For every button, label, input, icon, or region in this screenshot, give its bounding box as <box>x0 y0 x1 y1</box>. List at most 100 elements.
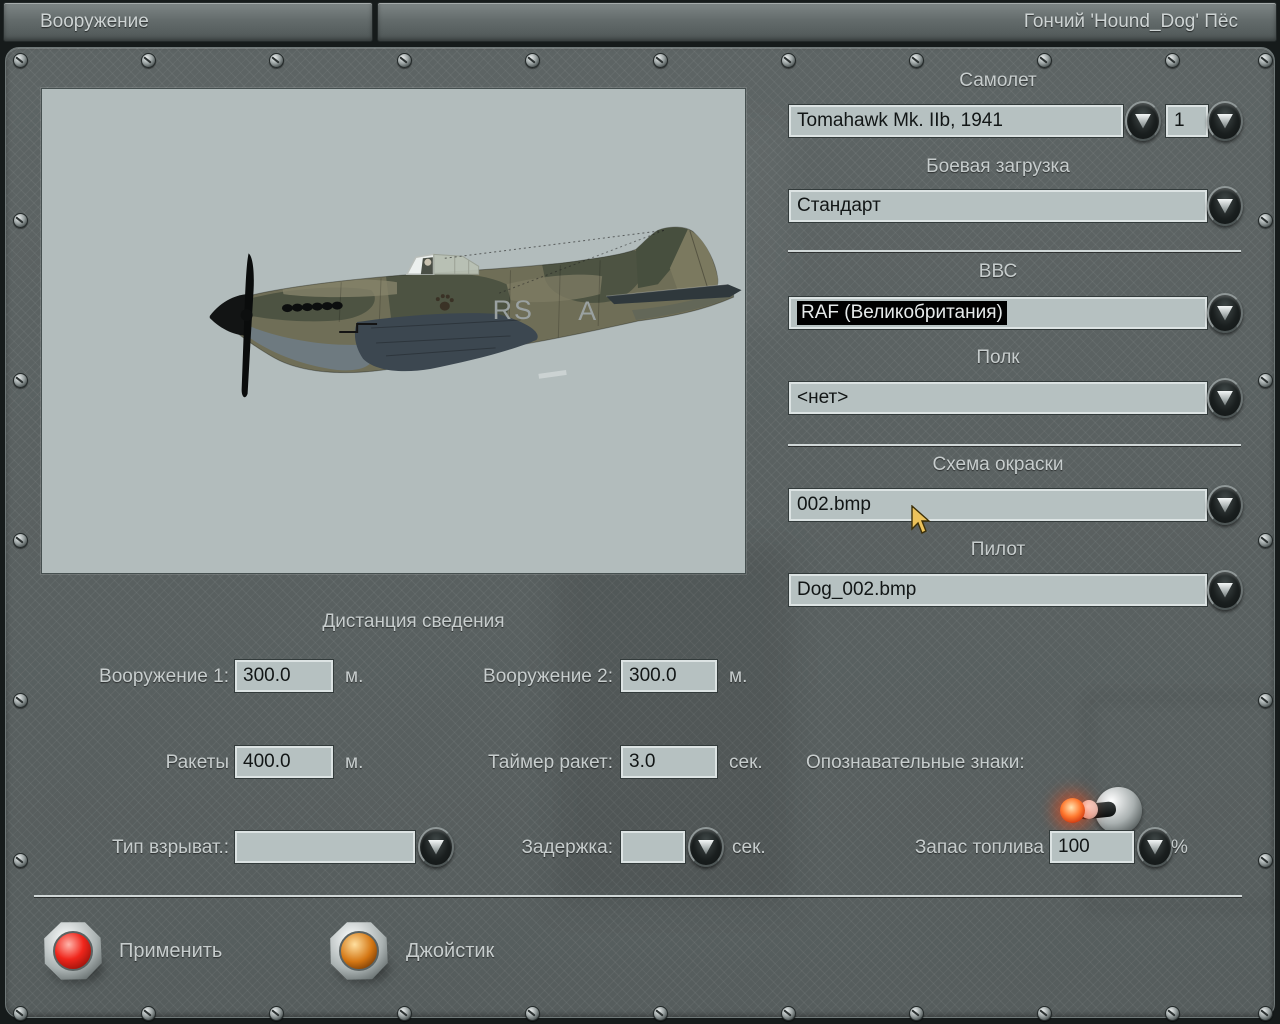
arming-screen: Вооружение Гончий 'Hound_Dog' Пёс RS A С… <box>0 0 1280 1024</box>
screw-icon <box>1165 1006 1180 1021</box>
screw-icon <box>1258 693 1273 708</box>
aircraft-dropdown-button[interactable] <box>1125 101 1161 141</box>
pilot-select[interactable]: Dog_002.bmp <box>788 573 1208 607</box>
fuselage-code-left: RS <box>493 295 534 325</box>
regiment-dropdown-button[interactable] <box>1207 378 1243 418</box>
rocket-timer-label: Таймер ракет: <box>488 752 613 773</box>
screw-icon <box>909 53 924 68</box>
dropdown-arrow-icon <box>1216 497 1234 513</box>
fuze-type-label: Тип взрыват.: <box>112 837 229 858</box>
screw-icon <box>269 53 284 68</box>
screw-icon <box>1037 1006 1052 1021</box>
airforce-select[interactable]: RAF (Великобритания) <box>788 296 1208 330</box>
tab-armament[interactable]: Вооружение <box>3 2 373 42</box>
screw-icon <box>13 1006 28 1021</box>
fuel-unit: % <box>1171 837 1188 858</box>
fuel-input[interactable]: 100 <box>1049 830 1135 864</box>
screw-icon <box>1258 53 1273 68</box>
main-panel: RS A Самолет Tomahawk Mk. IIb, 1941 1 Бо… <box>5 47 1279 1021</box>
screw-icon <box>653 1006 668 1021</box>
aircraft-select[interactable]: Tomahawk Mk. IIb, 1941 <box>788 104 1124 138</box>
loadout-section-label: Боевая загрузка <box>926 156 1070 177</box>
pilot-dropdown-button[interactable] <box>1207 570 1243 610</box>
screw-icon <box>525 1006 540 1021</box>
screw-icon <box>1037 53 1052 68</box>
paint-scheme-dropdown-button[interactable] <box>1207 485 1243 525</box>
screw-icon <box>141 53 156 68</box>
section-divider <box>788 250 1241 252</box>
tab-armament-label: Вооружение <box>40 11 149 32</box>
screw-icon <box>781 53 796 68</box>
fuel-label: Запас топлива <box>914 837 1044 858</box>
screw-icon <box>13 53 28 68</box>
fuze-type-select[interactable] <box>234 830 416 864</box>
screw-icon <box>141 1006 156 1021</box>
weapon1-unit: м. <box>345 666 364 687</box>
screw-icon <box>13 533 28 548</box>
screw-icon <box>909 1006 924 1021</box>
aircraft-preview[interactable]: RS A <box>41 88 746 574</box>
rockets-input[interactable]: 400.0 <box>234 745 334 779</box>
apply-button-dome[interactable] <box>53 931 93 971</box>
screw-icon <box>1165 53 1180 68</box>
loadout-select[interactable]: Стандарт <box>788 189 1208 223</box>
weapon1-label: Вооружение 1: <box>99 666 229 687</box>
pilot-section-label: Пилот <box>970 539 1026 560</box>
dropdown-arrow-icon <box>1216 113 1234 129</box>
dropdown-arrow-icon <box>1216 198 1234 214</box>
fuel-dropdown-button[interactable] <box>1137 827 1173 867</box>
screw-icon <box>1258 1006 1273 1021</box>
mouse-cursor <box>911 505 931 534</box>
screw-icon <box>13 213 28 228</box>
dropdown-arrow-icon <box>1134 113 1152 129</box>
airforce-dropdown-button[interactable] <box>1207 293 1243 333</box>
rocket-timer-unit: сек. <box>729 752 763 773</box>
screw-icon <box>653 53 668 68</box>
footer-divider <box>34 895 1242 897</box>
screw-icon <box>13 693 28 708</box>
aircraft-count-dropdown-button[interactable] <box>1207 101 1243 141</box>
screw-icon <box>269 1006 284 1021</box>
screw-icon <box>525 53 540 68</box>
screw-icon <box>13 373 28 388</box>
dropdown-arrow-icon <box>1216 582 1234 598</box>
markings-label: Опознавательные знаки: <box>806 752 1025 773</box>
weapon2-unit: м. <box>729 666 748 687</box>
paint-scheme-section-label: Схема окраски <box>932 454 1064 475</box>
rockets-label: Ракеты <box>165 752 229 773</box>
regiment-section-label: Полк <box>976 347 1020 368</box>
fuselage-code-right: A <box>578 296 596 326</box>
paint-scheme-select[interactable]: 002.bmp <box>788 488 1208 522</box>
regiment-select[interactable]: <нет> <box>788 381 1208 415</box>
dropdown-arrow-icon <box>1216 305 1234 321</box>
aircraft-section-label: Самолет <box>959 70 1037 91</box>
apply-button-label[interactable]: Применить <box>119 940 222 963</box>
dropdown-arrow-icon <box>1216 390 1234 406</box>
section-divider <box>788 444 1241 446</box>
joystick-button-label[interactable]: Джойстик <box>406 940 494 963</box>
loadout-dropdown-button[interactable] <box>1207 186 1243 226</box>
pilot-callsign-bar: Гончий 'Hound_Dog' Пёс <box>377 2 1277 42</box>
joystick-button-dome[interactable] <box>339 931 379 971</box>
aircraft-count-field[interactable]: 1 <box>1165 104 1209 138</box>
screw-icon <box>397 53 412 68</box>
weapon1-input[interactable]: 300.0 <box>234 659 334 693</box>
delay-dropdown-button[interactable] <box>688 827 724 867</box>
toggle-glow-tip <box>1060 798 1085 823</box>
screw-icon <box>1258 533 1273 548</box>
screw-icon <box>13 853 28 868</box>
screw-icon <box>781 1006 796 1021</box>
weapon2-input[interactable]: 300.0 <box>620 659 718 693</box>
screw-icon <box>397 1006 412 1021</box>
aircraft-p40-side-view: RS A <box>209 226 742 398</box>
delay-label: Задержка: <box>521 837 613 858</box>
delay-unit: сек. <box>732 837 766 858</box>
delay-input[interactable] <box>620 830 686 864</box>
rocket-timer-input[interactable]: 3.0 <box>620 745 718 779</box>
rockets-unit: м. <box>345 752 364 773</box>
screw-icon <box>1258 213 1273 228</box>
weapon2-label: Вооружение 2: <box>483 666 613 687</box>
screw-icon <box>1258 853 1273 868</box>
airforce-section-label: ВВС <box>978 261 1018 282</box>
dropdown-arrow-icon <box>697 839 715 855</box>
